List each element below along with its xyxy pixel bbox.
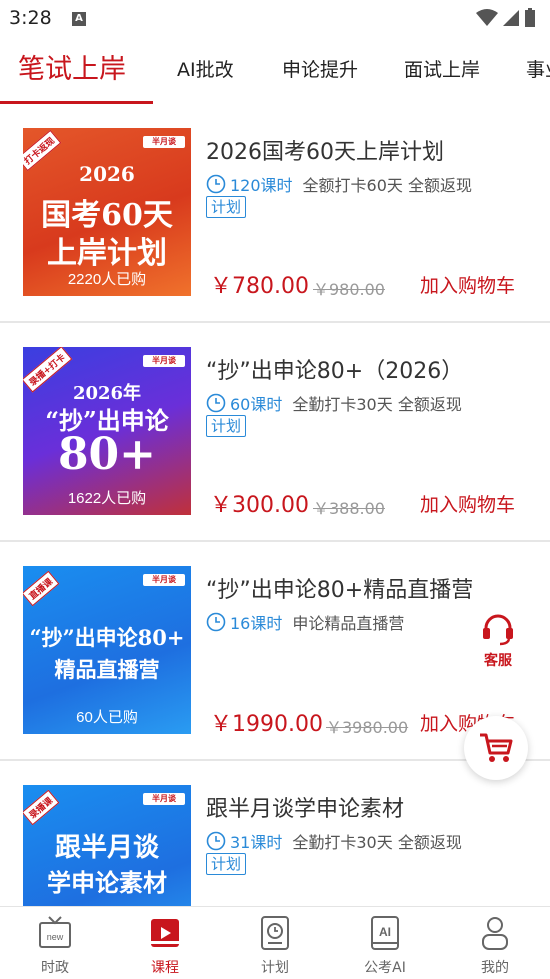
nav-exam-ai[interactable]: AI 公考AI [330, 907, 440, 979]
course-meta: 60课时 全勤打卡30天 全额返现 [206, 391, 462, 415]
course-title: “抄”出申论80+精品直播营 [206, 578, 474, 603]
course-desc: 申论精品直播营 [292, 614, 405, 633]
thumb-line: 80+ [57, 429, 157, 480]
thumb-line: 跟半月谈 [54, 833, 159, 863]
course-thumbnail: 录播+打卡 半月谈 2026年 “抄”出申论 80+ 1622人已购 [23, 347, 191, 515]
plan-tag: 计划 [206, 853, 247, 875]
notification-a-icon: A [72, 12, 86, 26]
status-bar: 3:28 A [0, 0, 550, 36]
profile-person-icon [482, 917, 508, 950]
nav-courses[interactable]: 课程 [110, 907, 220, 979]
status-icons [476, 8, 536, 28]
brand-logo: 半月谈 [143, 574, 185, 586]
course-play-icon [151, 919, 179, 947]
signal-icon [503, 10, 519, 26]
course-price: ￥300.00 [210, 493, 309, 518]
clock-icon [206, 393, 226, 413]
course-hours: 120课时 [230, 176, 293, 195]
thumb-buyers: 2220人已购 [67, 271, 147, 288]
course-card[interactable]: 录播课 半月谈 跟半月谈 学申论素材 跟半月谈学申论素材 31课时 全勤打卡30… [0, 761, 550, 906]
course-hours: 31课时 [230, 833, 283, 852]
add-to-cart-button[interactable]: 加入购物车 [420, 271, 515, 298]
headset-icon [483, 614, 513, 646]
thumb-line: 精品直播营 [54, 657, 160, 682]
brand-logo: 半月谈 [143, 793, 185, 805]
wifi-icon [476, 9, 498, 26]
course-meta: 120课时 全额打卡60天 全额返现 [206, 172, 472, 196]
battery-icon [525, 8, 535, 27]
course-thumbnail: 直播课 半月谈 “抄”出申论80+ 精品直播营 60人已购 [23, 566, 191, 734]
course-desc: 全勤打卡30天 全额返现 [292, 395, 462, 414]
clock-icon [206, 612, 226, 632]
tab-interview[interactable]: 面试上岸 [404, 36, 480, 104]
category-tabs: 笔试上岸 AI批改 申论提升 面试上岸 事业 [0, 36, 550, 104]
course-hours: 16课时 [230, 614, 283, 633]
course-title: “抄”出申论80+（2026） [206, 359, 464, 384]
customer-service-button[interactable]: 客服 [470, 612, 526, 670]
nav-label: 时政 [41, 960, 69, 976]
status-time: 3:28 [9, 7, 52, 29]
nav-label: 公考AI [364, 960, 406, 976]
clock-icon [206, 831, 226, 851]
course-hours: 60课时 [230, 395, 283, 414]
course-title: 跟半月谈学申论素材 [206, 797, 405, 822]
course-thumbnail: 打卡返现 半月谈 2026 国考60天 上岸计划 2220人已购 [23, 128, 191, 296]
course-desc: 全勤打卡30天 全额返现 [292, 833, 462, 852]
news-tv-icon: new [39, 916, 71, 948]
tab-written-exam[interactable]: 笔试上岸 [18, 36, 126, 104]
original-price: ￥3980.00 [326, 718, 409, 737]
course-card[interactable]: 录播+打卡 半月谈 2026年 “抄”出申论 80+ 1622人已购 “抄”出申… [0, 323, 550, 541]
course-price: ￥1990.00 [210, 712, 323, 737]
thumb-line: “抄”出申论80+ [29, 625, 185, 650]
course-card[interactable]: 直播课 半月谈 “抄”出申论80+ 精品直播营 60人已购 “抄”出申论80+精… [0, 542, 550, 760]
course-desc: 全额打卡60天 全额返现 [302, 176, 472, 195]
thumb-buyers: 60人已购 [76, 709, 138, 726]
cart-icon [480, 733, 513, 762]
svg-text:AI: AI [379, 925, 391, 939]
nav-profile[interactable]: 我的 [440, 907, 550, 979]
plan-clock-icon [261, 916, 289, 950]
ai-book-icon: AI [371, 916, 399, 950]
brand-logo: 半月谈 [143, 355, 185, 367]
plan-tag: 计划 [206, 415, 247, 437]
nav-label: 计划 [261, 960, 289, 976]
nav-plan[interactable]: 计划 [220, 907, 330, 979]
tab-essay-improve[interactable]: 申论提升 [282, 36, 358, 104]
thumb-line: 2026 [79, 162, 135, 186]
course-thumbnail: 录播课 半月谈 跟半月谈 学申论素材 [23, 785, 191, 906]
course-meta: 31课时 全勤打卡30天 全额返现 [206, 829, 462, 853]
tab-ai-grading[interactable]: AI批改 [177, 36, 234, 104]
service-label: 客服 [484, 653, 512, 669]
add-to-cart-button[interactable]: 加入购物车 [420, 490, 515, 517]
original-price: ￥980.00 [313, 280, 385, 299]
nav-label: 我的 [481, 960, 509, 976]
nav-label: 课程 [151, 960, 179, 976]
clock-icon [206, 174, 226, 194]
thumb-corner-label: 直播课 [23, 570, 60, 607]
plan-tag: 计划 [206, 196, 247, 218]
original-price: ￥388.00 [313, 499, 385, 518]
course-price: ￥780.00 [210, 274, 309, 299]
course-meta: 16课时 申论精品直播营 [206, 610, 404, 634]
nav-current-affairs[interactable]: new 时政 [0, 907, 110, 979]
brand-logo: 半月谈 [143, 136, 185, 148]
thumb-buyers: 1622人已购 [67, 490, 147, 507]
course-card[interactable]: 打卡返现 半月谈 2026 国考60天 上岸计划 2220人已购 2026国考6… [0, 104, 550, 322]
course-title: 2026国考60天上岸计划 [206, 140, 444, 165]
shopping-cart-button[interactable] [464, 716, 528, 780]
thumb-corner-label: 录播课 [23, 789, 60, 826]
thumb-line: 上岸计划 [47, 236, 167, 271]
thumb-line: 学申论素材 [47, 868, 167, 897]
tab-public-institution[interactable]: 事业 [526, 36, 550, 104]
bottom-nav: new 时政 课程 计划 AI 公考AI 我的 [0, 906, 550, 979]
svg-text:new: new [47, 932, 64, 942]
